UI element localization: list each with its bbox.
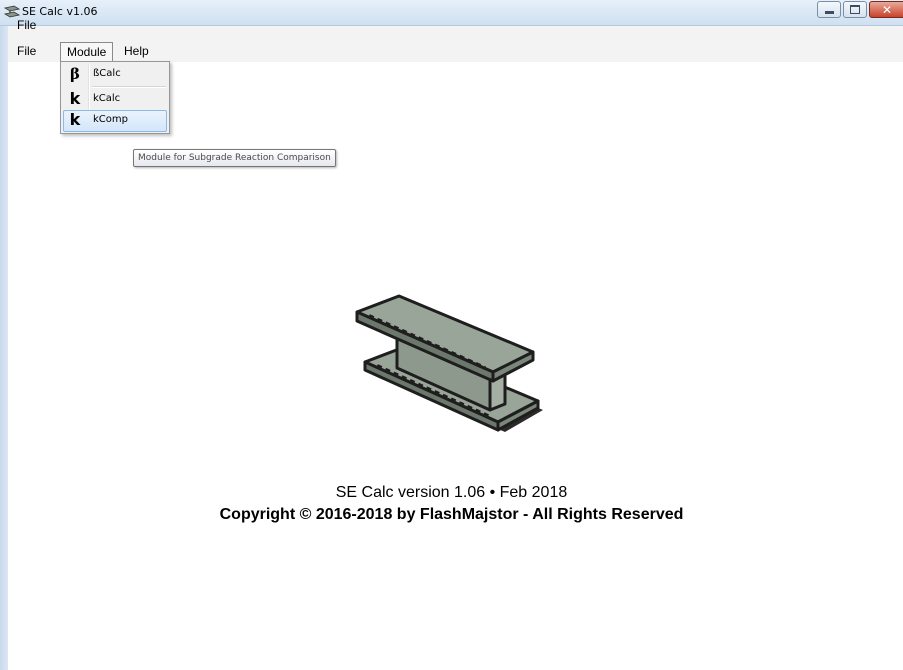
maximize-icon xyxy=(844,2,866,17)
minimize-button[interactable] xyxy=(817,1,841,18)
minimize-icon xyxy=(818,2,840,17)
menu-item-kcalc[interactable]: k kCalc xyxy=(63,89,167,111)
menu-item-label: kComp xyxy=(93,114,128,125)
menu-file[interactable]: File xyxy=(11,42,42,60)
menu-module[interactable]: Module xyxy=(60,42,114,61)
close-icon: ✕ xyxy=(881,2,893,17)
beta-icon: β xyxy=(70,65,80,83)
menu-item-label: kCalc xyxy=(93,93,121,104)
title-bar[interactable]: SE Calc v1.06 ✕ xyxy=(0,0,903,26)
menu-item-bcalc[interactable]: β ßCalc xyxy=(63,64,167,86)
window-left-border xyxy=(0,26,8,670)
k-icon: k xyxy=(69,110,81,129)
menu-item-kcomp[interactable]: k kComp xyxy=(63,110,167,132)
steel-i-beam-icon xyxy=(355,294,543,432)
k-icon: k xyxy=(69,89,81,108)
menu-file[interactable]: File xyxy=(11,16,42,34)
app-window: SE Calc v1.06 ✕ File File Module Help β … xyxy=(0,0,903,670)
tooltip: Module for Subgrade Reaction Comparison xyxy=(133,149,336,167)
module-dropdown-menu: β ßCalc k kCalc k kComp xyxy=(60,61,170,134)
close-button[interactable]: ✕ xyxy=(869,1,903,18)
menu-help[interactable]: Help xyxy=(118,42,155,60)
copyright-text: Copyright © 2016-2018 by FlashMajstor - … xyxy=(219,506,684,523)
version-text: SE Calc version 1.06 • Feb 2018 xyxy=(335,484,568,501)
caption-buttons: ✕ xyxy=(817,1,903,20)
menu-item-label: ßCalc xyxy=(93,68,121,79)
maximize-button[interactable] xyxy=(843,1,867,18)
menu-separator xyxy=(92,86,166,88)
